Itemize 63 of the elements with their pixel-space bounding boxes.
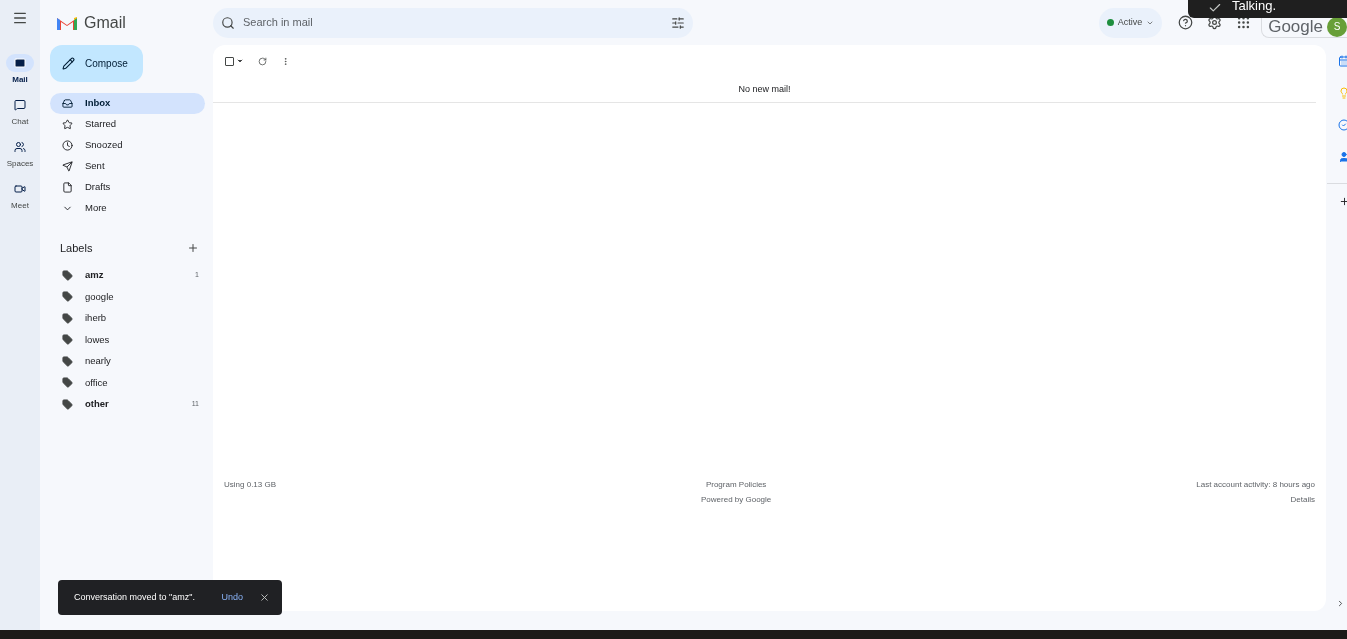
storage-text: Using 0.13 GB [224, 479, 277, 491]
label-icon [62, 269, 73, 281]
folder-item[interactable]: Inbox [50, 93, 205, 114]
rail-item[interactable]: Meet [6, 180, 34, 212]
menu-icon[interactable] [12, 10, 28, 26]
footer-link[interactable]: Powered by Google [701, 494, 772, 506]
send-icon [62, 161, 73, 172]
pencil-icon [62, 57, 75, 70]
select-checkbox[interactable] [225, 56, 234, 66]
compose-button[interactable]: Compose [50, 45, 143, 82]
logo-icon [56, 14, 78, 31]
file-icon [62, 182, 73, 193]
rail-item[interactable]: Spaces [6, 138, 34, 170]
folder-item[interactable]: Sent [50, 156, 205, 177]
search-field[interactable]: Search in mail [243, 14, 663, 31]
app-name: Gmail [84, 12, 126, 33]
label-item[interactable]: google [50, 286, 205, 308]
label-icon [62, 291, 73, 303]
folder-item[interactable]: Drafts [50, 177, 205, 198]
details-link[interactable]: Details [1290, 494, 1315, 506]
chat-icon [14, 99, 26, 111]
video-icon [14, 183, 26, 195]
label-icon [62, 377, 73, 389]
more-icon[interactable] [281, 56, 290, 66]
empty-message: No new mail! [738, 82, 791, 96]
search-bar[interactable]: Search in mail [213, 7, 693, 38]
label-item[interactable]: nearly [50, 350, 205, 372]
help-icon[interactable] [1178, 15, 1194, 30]
snackbar-message: Conversation moved to "amz". [74, 590, 196, 604]
star-icon [62, 119, 73, 130]
status-button[interactable]: Active [1098, 7, 1163, 38]
label-item[interactable]: lowes [50, 329, 205, 351]
undo-button[interactable]: Undo [221, 590, 243, 605]
settings-icon[interactable] [1207, 15, 1223, 30]
filter-icon[interactable] [671, 15, 685, 30]
folder-item[interactable]: Snoozed [50, 135, 205, 156]
label-icon [62, 355, 73, 367]
label-item[interactable]: office [50, 372, 205, 394]
label-icon [62, 398, 73, 410]
caret-icon[interactable] [236, 57, 244, 65]
close-icon[interactable] [259, 592, 270, 603]
brand-name: Google [1268, 18, 1323, 35]
inbox-icon [62, 98, 73, 109]
folder-item[interactable]: Starred [50, 114, 205, 135]
labels-heading: Labels [60, 241, 93, 256]
clock-icon [62, 140, 73, 151]
activity-text: Last account activity: 8 hours ago [1196, 479, 1315, 491]
check-icon [1208, 1, 1222, 15]
label-item[interactable]: iherb [50, 307, 205, 329]
chevron-right-icon[interactable] [1336, 599, 1345, 608]
search-icon [221, 15, 235, 30]
rail-item[interactable]: Chat [6, 96, 34, 128]
person-icon[interactable] [1338, 151, 1347, 163]
add-icon[interactable] [1339, 196, 1347, 207]
label-icon [62, 312, 73, 324]
label-icon [62, 334, 73, 346]
people-icon [14, 141, 26, 153]
avatar: S [1327, 16, 1347, 37]
refresh-icon[interactable] [258, 56, 267, 66]
mail-icon [14, 57, 26, 69]
calendar-icon[interactable] [1338, 55, 1347, 67]
folder-item[interactable]: More [50, 198, 205, 219]
footer-link[interactable]: Program Policies [705, 479, 767, 491]
